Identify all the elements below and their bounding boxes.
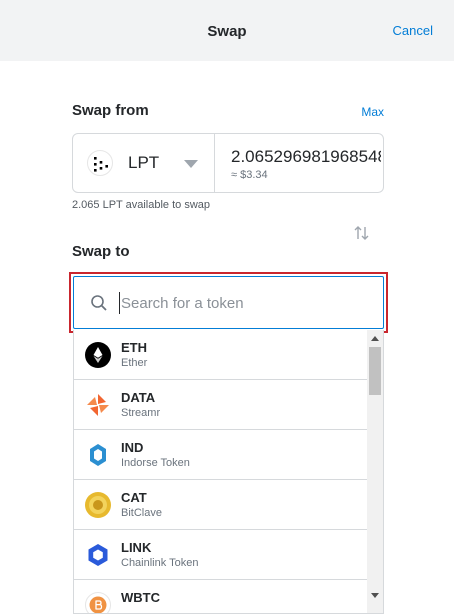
max-button[interactable]: Max	[361, 105, 384, 119]
indorse-icon	[85, 442, 111, 468]
chainlink-icon	[85, 542, 111, 568]
scroll-thumb[interactable]	[369, 347, 381, 395]
chevron-down-icon	[184, 160, 198, 168]
streamr-icon	[85, 392, 111, 418]
token-symbol: CAT	[121, 490, 147, 505]
token-name: Indorse Token	[121, 457, 190, 469]
token-symbol: WBTC	[121, 590, 160, 605]
token-name: Chainlink Token	[121, 557, 199, 569]
amount-area[interactable]: 2.065296981968548 ≈ $3.34	[216, 134, 384, 192]
token-list-item-eth[interactable]: ETH Ether	[74, 330, 368, 380]
token-list-item-link[interactable]: LINK Chainlink Token	[74, 530, 368, 580]
token-list-item-data[interactable]: DATA Streamr	[74, 380, 368, 430]
fiat-value: ≈ $3.34	[231, 169, 268, 181]
search-icon	[90, 294, 108, 312]
scroll-down-arrow-icon[interactable]	[371, 593, 379, 598]
token-symbol: IND	[121, 440, 144, 455]
wbtc-icon	[85, 592, 111, 613]
swap-from-box: LPT 2.065296981968548 ≈ $3.34	[72, 133, 384, 193]
token-name: Streamr	[121, 407, 161, 419]
amount-input[interactable]: 2.065296981968548	[231, 147, 381, 167]
page-title: Swap	[207, 23, 247, 40]
token-symbol: LINK	[121, 540, 152, 555]
token-list-item-wbtc[interactable]: WBTC	[74, 580, 368, 613]
token-search-input[interactable]	[119, 292, 369, 314]
list-scrollbar[interactable]	[367, 330, 383, 613]
switch-tokens-icon[interactable]	[353, 224, 371, 242]
token-symbol: ETH	[121, 340, 147, 355]
token-list-item-ind[interactable]: IND Indorse Token	[74, 430, 368, 480]
bitclave-icon	[85, 492, 111, 518]
from-token-symbol: LPT	[128, 153, 160, 172]
page-header: Swap Cancel	[0, 0, 454, 61]
from-token-dropdown[interactable]: LPT	[73, 134, 215, 192]
lpt-icon	[87, 150, 113, 176]
token-name: Ether	[121, 357, 148, 369]
eth-icon	[85, 342, 111, 368]
swap-to-label: Swap to	[72, 243, 130, 260]
scroll-up-arrow-icon[interactable]	[371, 336, 379, 341]
token-list: ETH Ether DATA Streamr IND Indorse Token	[73, 330, 384, 614]
swap-from-label: Swap from	[72, 102, 149, 119]
token-symbol: DATA	[121, 390, 156, 405]
token-list-item-cat[interactable]: CAT BitClave	[74, 480, 368, 530]
cancel-button[interactable]: Cancel	[393, 23, 433, 38]
available-balance: 2.065 LPT available to swap	[72, 199, 210, 211]
token-search-box[interactable]	[73, 276, 384, 329]
token-name: BitClave	[121, 507, 162, 519]
